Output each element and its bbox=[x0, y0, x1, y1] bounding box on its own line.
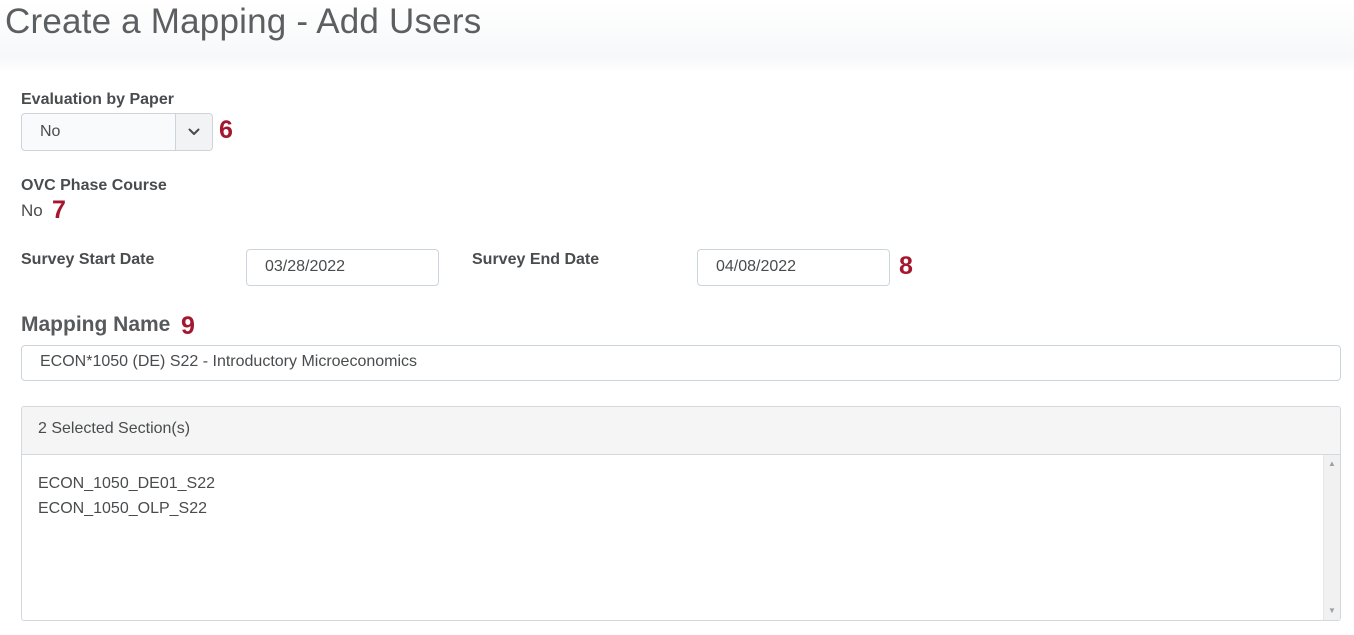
mapping-name-label: Mapping Name bbox=[21, 313, 171, 336]
selected-sections-header: 2 Selected Section(s) bbox=[22, 407, 1340, 455]
callout-6: 6 bbox=[219, 116, 233, 144]
survey-end-date-input[interactable]: 04/08/2022 bbox=[697, 249, 890, 286]
selected-sections-panel: 2 Selected Section(s) ECON_1050_DE01_S22… bbox=[21, 406, 1341, 621]
callout-9: 9 bbox=[181, 312, 195, 340]
chevron-down-icon[interactable] bbox=[175, 114, 212, 150]
survey-end-date-label: Survey End Date bbox=[472, 251, 600, 268]
evaluation-by-paper-select[interactable]: No bbox=[21, 113, 213, 151]
section-list-items: ECON_1050_DE01_S22 ECON_1050_OLP_S22 bbox=[38, 471, 215, 521]
vertical-scrollbar[interactable]: ▲ ▼ bbox=[1323, 455, 1340, 620]
callout-8: 8 bbox=[899, 252, 913, 280]
callout-7: 7 bbox=[52, 196, 66, 224]
ovc-phase-course-label: OVC Phase Course bbox=[21, 177, 167, 194]
page-title: Create a Mapping - Add Users bbox=[5, 2, 482, 41]
evaluation-by-paper-value: No bbox=[40, 123, 61, 140]
survey-start-date-label: Survey Start Date bbox=[21, 251, 155, 268]
selected-sections-list[interactable]: ECON_1050_DE01_S22 ECON_1050_OLP_S22 ▲ ▼ bbox=[22, 455, 1340, 620]
mapping-name-input[interactable]: ECON*1050 (DE) S22 - Introductory Microe… bbox=[21, 345, 1341, 381]
survey-start-date-input[interactable]: 03/28/2022 bbox=[246, 249, 439, 286]
ovc-phase-course-value: No bbox=[21, 201, 43, 220]
list-item: ECON_1050_OLP_S22 bbox=[38, 500, 207, 517]
evaluation-by-paper-label: Evaluation by Paper bbox=[21, 91, 174, 108]
page: Create a Mapping - Add Users Evaluation … bbox=[0, 0, 1354, 635]
scroll-down-arrow-icon[interactable]: ▼ bbox=[1328, 607, 1336, 615]
list-item: ECON_1050_DE01_S22 bbox=[38, 475, 216, 492]
scroll-up-arrow-icon[interactable]: ▲ bbox=[1328, 460, 1336, 468]
